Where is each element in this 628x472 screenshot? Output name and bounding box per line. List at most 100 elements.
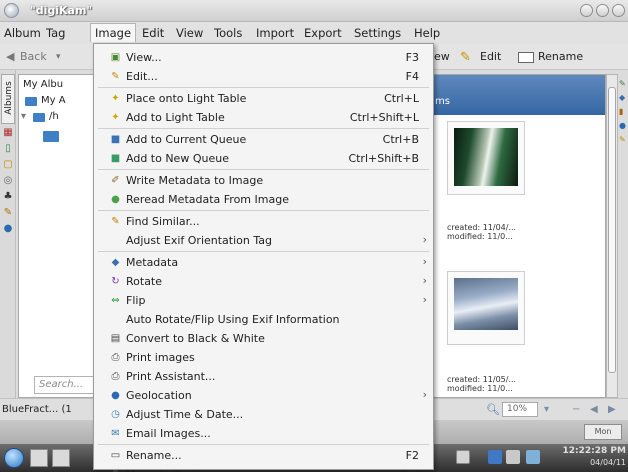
menu-item-move-to-trash[interactable]: ▯Move to TrashDel <box>94 465 433 472</box>
thumbnail-item[interactable] <box>447 121 525 195</box>
map-icon[interactable]: ● <box>3 224 13 234</box>
menu-item-add-to-current-queue[interactable]: ■ Add to Current Queue Ctrl+B <box>94 130 433 149</box>
menu-settings[interactable]: Settings <box>354 26 401 40</box>
geolocation-tab-icon[interactable]: ● <box>619 122 627 130</box>
menu-item-rotate[interactable]: ↻ Rotate › <box>94 272 433 291</box>
menu-item-write-metadata-to-image[interactable]: ✐ Write Metadata to Image <box>94 171 433 190</box>
album-search-input[interactable]: Search... <box>34 376 94 394</box>
menu-item-adjust-time-date[interactable]: ◷ Adjust Time & Date... <box>94 405 433 424</box>
menu-view[interactable]: View <box>176 26 203 40</box>
submenu-arrow-icon: › <box>422 255 427 268</box>
menu-item-add-to-light-table[interactable]: ✦ Add to Light Table Ctrl+Shift+L <box>94 108 433 127</box>
menu-item-place-onto-light-table[interactable]: ✦ Place onto Light Table Ctrl+L <box>94 89 433 108</box>
menu-item-label: Rotate <box>126 275 163 288</box>
zoom-dropdown-icon[interactable]: ▾ <box>544 404 549 415</box>
menu-item-add-to-new-queue[interactable]: ■ Add to New Queue Ctrl+Shift+B <box>94 149 433 168</box>
thumbnail-item[interactable] <box>447 271 525 345</box>
previous-icon[interactable]: ◀ <box>590 404 598 415</box>
back-arrow-icon[interactable]: ◀ <box>6 50 14 63</box>
menu-image[interactable]: Image <box>90 23 137 42</box>
print-icon: ⎙ <box>111 352 120 363</box>
menu-item-geolocation[interactable]: ● Geolocation › <box>94 386 433 405</box>
albums-tab[interactable]: Albums <box>1 74 15 124</box>
fuzzy-search-icon[interactable]: ♣ <box>3 192 13 202</box>
scrollbar-handle[interactable] <box>608 87 616 373</box>
tags-icon[interactable]: ▯ <box>3 144 13 154</box>
menu-item-auto-rotate-flip-using-exif-information[interactable]: Auto Rotate/Flip Using Exif Information <box>94 310 433 329</box>
menu-item-adjust-exif-orientation-tag[interactable]: Adjust Exif Orientation Tag › <box>94 231 433 250</box>
calendar-icon[interactable]: ▦ <box>3 128 13 138</box>
properties-icon[interactable]: ✎ <box>619 80 627 88</box>
thumbnail-scrollbar[interactable] <box>606 74 618 398</box>
maximize-button[interactable] <box>596 4 609 17</box>
find-similar-icon: ✎ <box>111 216 120 227</box>
metadata-tab-icon[interactable]: ◆ <box>619 94 627 102</box>
tree-expand-icon[interactable]: ▾ <box>21 111 26 122</box>
view-button[interactable]: ew <box>434 50 450 63</box>
album-tree-root[interactable]: My Albu <box>23 79 63 90</box>
menu-separator <box>98 169 429 170</box>
menubar: Album Tag Image Edit View Tools Import E… <box>0 22 628 44</box>
captions-tab-icon[interactable]: ✎ <box>619 136 627 144</box>
timeline-icon[interactable]: ▢ <box>3 160 13 170</box>
digikam-app-icon[interactable] <box>4 3 19 18</box>
menu-item-view[interactable]: ▣ View... F3 <box>94 48 433 67</box>
desktop-pager-icon[interactable] <box>30 449 48 467</box>
menu-item-rename[interactable]: ▭ Rename... F2 <box>94 446 433 465</box>
zoom-level-field[interactable]: 10% <box>502 402 538 417</box>
menu-help[interactable]: Help <box>414 26 440 40</box>
edit-button[interactable]: Edit <box>480 50 501 63</box>
minimize-button[interactable] <box>580 4 593 17</box>
rename-button[interactable]: Rename <box>538 50 583 63</box>
album-tree-panel: My Albu My A ▾ /h <box>18 74 94 398</box>
light-table-icon: ✦ <box>111 93 120 104</box>
menu-item-edit[interactable]: ✎ Edit... F4 <box>94 67 433 86</box>
people-icon[interactable]: ✎ <box>3 208 13 218</box>
menu-item-label: Email Images... <box>126 427 211 440</box>
menu-item-convert-to-black-white[interactable]: ▤ Convert to Black & White <box>94 329 433 348</box>
search-tab-icon[interactable]: ◎ <box>3 176 13 186</box>
kde-launcher-icon[interactable] <box>4 448 24 468</box>
album-tree-path[interactable]: /h <box>49 111 59 122</box>
menu-item-shortcut: Ctrl+B <box>382 133 419 146</box>
menu-item-label: Print Assistant... <box>126 370 216 383</box>
menu-item-find-similar[interactable]: ✎ Find Similar... <box>94 212 433 231</box>
zoom-out-icon[interactable]: − <box>572 404 580 415</box>
back-button[interactable]: Back <box>20 50 47 63</box>
menu-item-flip[interactable]: ⇔ Flip › <box>94 291 433 310</box>
selected-folder-icon[interactable] <box>43 131 59 142</box>
menu-export[interactable]: Export <box>304 26 342 40</box>
clipboard-tray-icon[interactable] <box>506 450 520 464</box>
close-button[interactable] <box>612 4 625 17</box>
window-titlebar: "digiKam" <box>0 0 628 22</box>
menu-tools[interactable]: Tools <box>214 26 242 40</box>
monitor-widget[interactable]: Mon <box>584 424 622 440</box>
menu-item-email-images[interactable]: ✉ Email Images... <box>94 424 433 443</box>
clock-time[interactable]: 12:22:28 PM <box>556 446 626 456</box>
network-tray-icon[interactable] <box>488 450 502 464</box>
menu-item-shortcut: Del <box>401 468 419 472</box>
next-icon[interactable]: ▶ <box>608 404 616 415</box>
task-button-icon[interactable] <box>52 449 70 467</box>
menu-item-shortcut: F2 <box>405 449 419 462</box>
zoom-icon[interactable]: 🔍︎ <box>486 403 500 416</box>
thumbnail-view: ms created: 11/04/... modified: 11/0... … <box>430 74 606 398</box>
album-tree-item[interactable]: My A <box>41 95 66 106</box>
search-placeholder: Search... <box>39 379 84 390</box>
pager-tray-icon[interactable] <box>456 450 470 464</box>
menu-edit[interactable]: Edit <box>142 26 164 40</box>
menu-album[interactable]: Album <box>4 26 41 40</box>
menu-item-reread-metadata-from-image[interactable]: ● Reread Metadata From Image <box>94 190 433 209</box>
menu-item-print-images[interactable]: ⎙ Print images <box>94 348 433 367</box>
menu-import[interactable]: Import <box>256 26 294 40</box>
update-tray-icon[interactable] <box>526 450 540 464</box>
thumbnail-image <box>454 128 518 186</box>
menu-item-label: Write Metadata to Image <box>126 174 264 187</box>
back-dropdown-icon[interactable]: ▾ <box>56 52 61 62</box>
colors-tab-icon[interactable]: ▮ <box>619 108 627 116</box>
thumbnail-image <box>454 278 518 330</box>
menu-item-print-assistant[interactable]: ⎙ Print Assistant... <box>94 367 433 386</box>
menu-tag[interactable]: Tag <box>46 26 65 40</box>
flip-icon: ⇔ <box>111 295 120 306</box>
menu-item-metadata[interactable]: ◆ Metadata › <box>94 253 433 272</box>
